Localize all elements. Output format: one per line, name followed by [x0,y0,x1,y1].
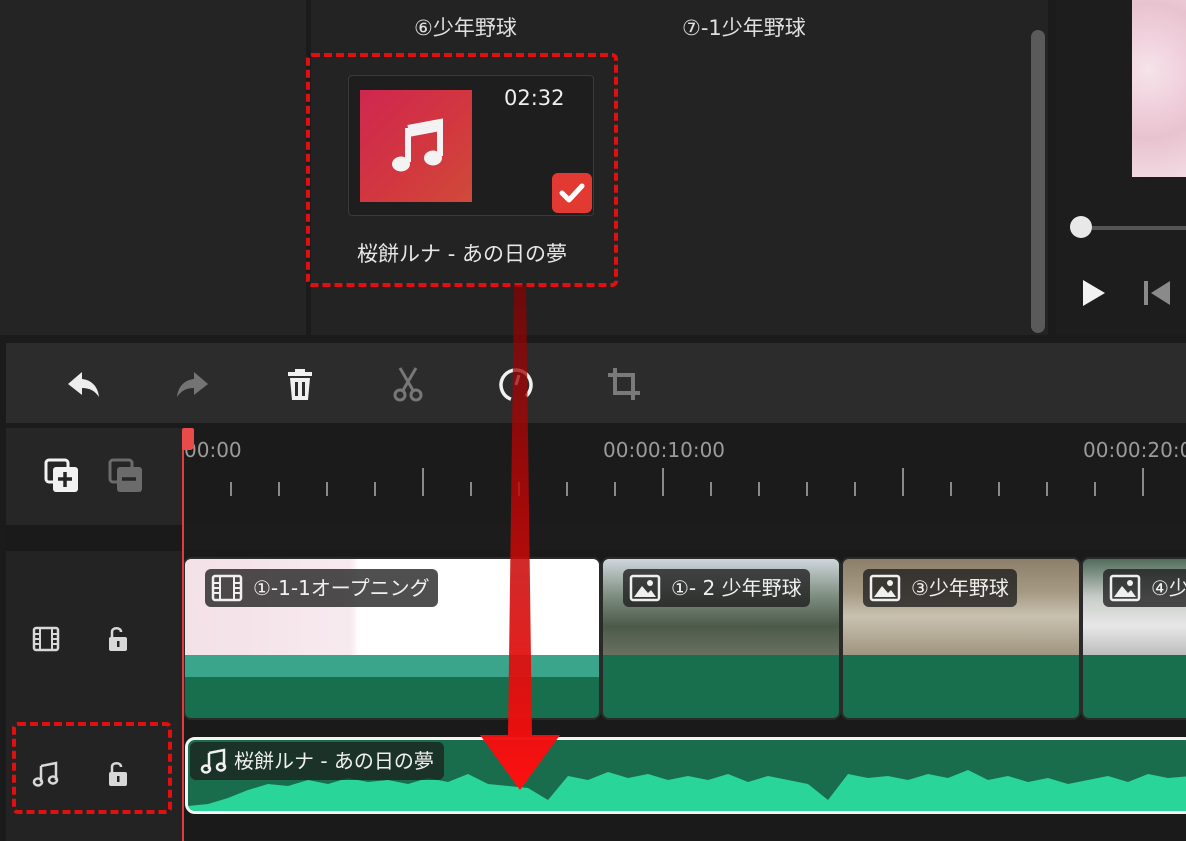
cut-icon[interactable] [388,364,428,404]
audio-clip-label: 桜餅ルナ - あの日の夢 [234,749,434,773]
crop-icon[interactable] [604,364,644,404]
clip-label: ①- 2 少年野球 [671,576,802,600]
redo-icon[interactable] [172,364,212,404]
remove-track-icon[interactable] [108,458,144,498]
media-scrollbar[interactable] [1031,30,1045,333]
clip-label-box: ④少 [1103,569,1186,607]
preview-image [1132,0,1186,177]
playhead[interactable] [182,430,184,841]
skip-back-icon[interactable] [1140,278,1174,312]
audio-clip-label-box: 桜餅ルナ - あの日の夢 [190,742,444,780]
play-icon[interactable] [1080,278,1108,312]
delete-icon[interactable] [280,364,320,404]
video-clip[interactable]: ①- 2 少年野球 [601,557,841,720]
left-panel [0,0,306,335]
image-icon [629,573,661,603]
preview-seek-track[interactable] [1080,226,1186,230]
video-track-icon [32,625,60,657]
clip-label: ③少年野球 [911,576,1009,600]
clip-label-box: ③少年野球 [863,569,1017,607]
clip-label: ④少 [1151,576,1186,600]
ruler-label: 00:00:20:00 [1083,438,1186,462]
video-clip[interactable]: ③少年野球 [841,557,1081,720]
media-item-title[interactable]: ⑥少年野球 [414,12,517,42]
ruler-label: 00:00:10:00 [603,438,726,462]
undo-icon[interactable] [64,364,104,404]
preview-seek-knob[interactable] [1070,216,1092,238]
highlight-box [306,53,618,287]
media-item-title[interactable]: ⑦-1少年野球 [682,12,806,42]
music-icon [200,747,228,787]
unlock-icon[interactable] [106,625,130,657]
empty-lane [183,525,1186,551]
track-header-controls [6,428,182,525]
clip-label: ①-1-1オープニング [253,576,430,600]
image-icon [1109,573,1141,603]
clip-label-box: ①-1-1オープニング [205,569,438,607]
video-clip[interactable]: ④少 [1081,557,1186,720]
highlight-box [12,722,172,814]
clip-label-box: ①- 2 少年野球 [623,569,810,607]
add-track-icon[interactable] [44,458,80,498]
drag-arrow-overlay [470,285,570,794]
playhead-handle[interactable] [182,428,194,450]
image-icon [869,573,901,603]
film-icon [211,573,243,603]
